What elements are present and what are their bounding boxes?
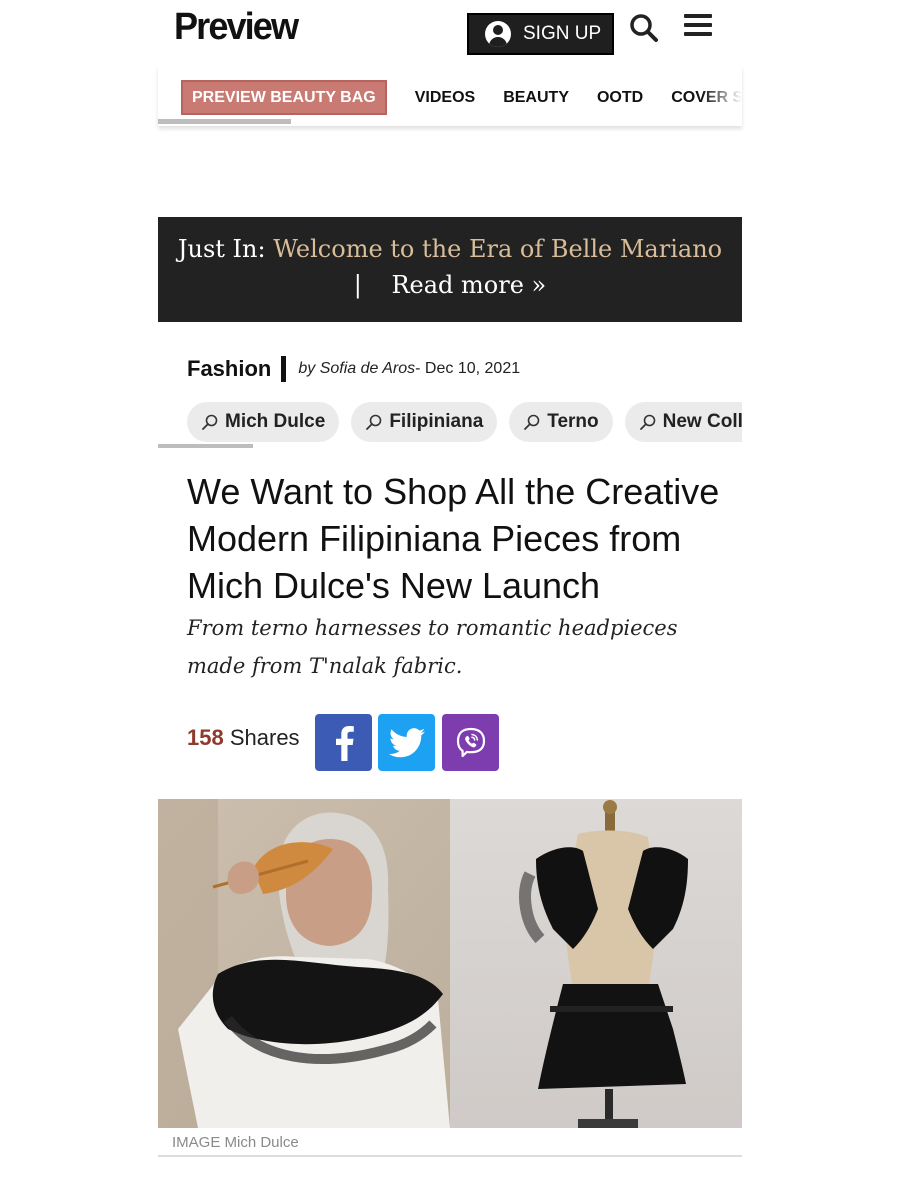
search-icon: [366, 414, 382, 430]
nav-scrollbar[interactable]: [158, 119, 291, 124]
article-title: We Want to Shop All the Creative Modern …: [187, 471, 720, 606]
tag-label: New Collection: [662, 411, 742, 432]
just-in-banner: Just In: Welcome to the Era of Belle Mar…: [158, 217, 742, 322]
tag-list: Mich Dulce Filipiniana Terno New Collect…: [158, 402, 742, 446]
search-icon: [524, 414, 540, 430]
hamburger-menu-icon[interactable]: [684, 14, 712, 40]
facebook-share-button[interactable]: [315, 714, 372, 771]
just-in-headline[interactable]: Welcome to the Era of Belle Mariano: [273, 235, 722, 263]
tags-scrollbar[interactable]: [158, 444, 253, 448]
tag-filipiniana[interactable]: Filipiniana: [351, 402, 498, 442]
just-in-prefix: Just In:: [177, 235, 266, 263]
article-hero-image: [158, 799, 742, 1128]
nav-fade: [702, 66, 742, 126]
search-button[interactable]: [628, 12, 660, 44]
share-count: 158 Shares: [187, 725, 300, 751]
nav-item-ootd[interactable]: OOTD: [597, 89, 643, 107]
read-more-link[interactable]: Read more »: [391, 271, 546, 299]
tag-terno[interactable]: Terno: [509, 402, 613, 442]
tag-mich-dulce[interactable]: Mich Dulce: [187, 402, 340, 442]
image-caption: IMAGE Mich Dulce: [172, 1134, 299, 1151]
nav-item-preview-beauty-bag[interactable]: PREVIEW BEAUTY BAG: [181, 80, 387, 115]
user-circle-icon: [485, 21, 511, 47]
category-divider: [281, 356, 287, 382]
article-author[interactable]: by Sofia de Aros: [298, 360, 415, 378]
viber-share-button[interactable]: [442, 714, 499, 771]
hero-photo: [158, 799, 742, 1128]
search-icon: [630, 14, 658, 42]
nav-item-beauty[interactable]: BEAUTY: [503, 89, 569, 107]
tag-label: Filipiniana: [389, 411, 484, 432]
article-subtitle: From terno harnesses to romantic headpie…: [187, 616, 678, 678]
sign-up-label: SIGN UP: [523, 23, 602, 44]
share-count-number: 158: [187, 725, 224, 750]
article-date: - Dec 10, 2021: [415, 360, 521, 377]
category-nav: PREVIEW BEAUTY BAG VIDEOS BEAUTY OOTD CO…: [158, 66, 742, 126]
just-in-separator: |: [353, 271, 362, 299]
page-column: Preview SIGN UP PREVIEW BEAUTY BAG VIDEO…: [158, 0, 742, 1200]
site-header: Preview SIGN UP: [158, 0, 742, 64]
sign-up-button[interactable]: SIGN UP: [467, 13, 614, 55]
twitter-share-button[interactable]: [378, 714, 435, 771]
tag-label: Terno: [547, 411, 599, 432]
tag-new-collection[interactable]: New Collection: [624, 402, 742, 442]
tag-label: Mich Dulce: [225, 411, 326, 432]
site-logo[interactable]: Preview: [174, 6, 299, 49]
share-count-label: Shares: [229, 725, 300, 750]
facebook-icon: [335, 725, 354, 761]
search-icon: [202, 414, 218, 430]
article-byline: Fashion by Sofia de Aros - Dec 10, 2021: [187, 356, 520, 382]
caption-divider: [158, 1155, 742, 1157]
viber-icon: [456, 727, 485, 757]
nav-item-videos[interactable]: VIDEOS: [415, 89, 475, 107]
article-category[interactable]: Fashion: [187, 356, 271, 382]
search-icon: [639, 414, 655, 430]
twitter-icon: [388, 727, 425, 757]
